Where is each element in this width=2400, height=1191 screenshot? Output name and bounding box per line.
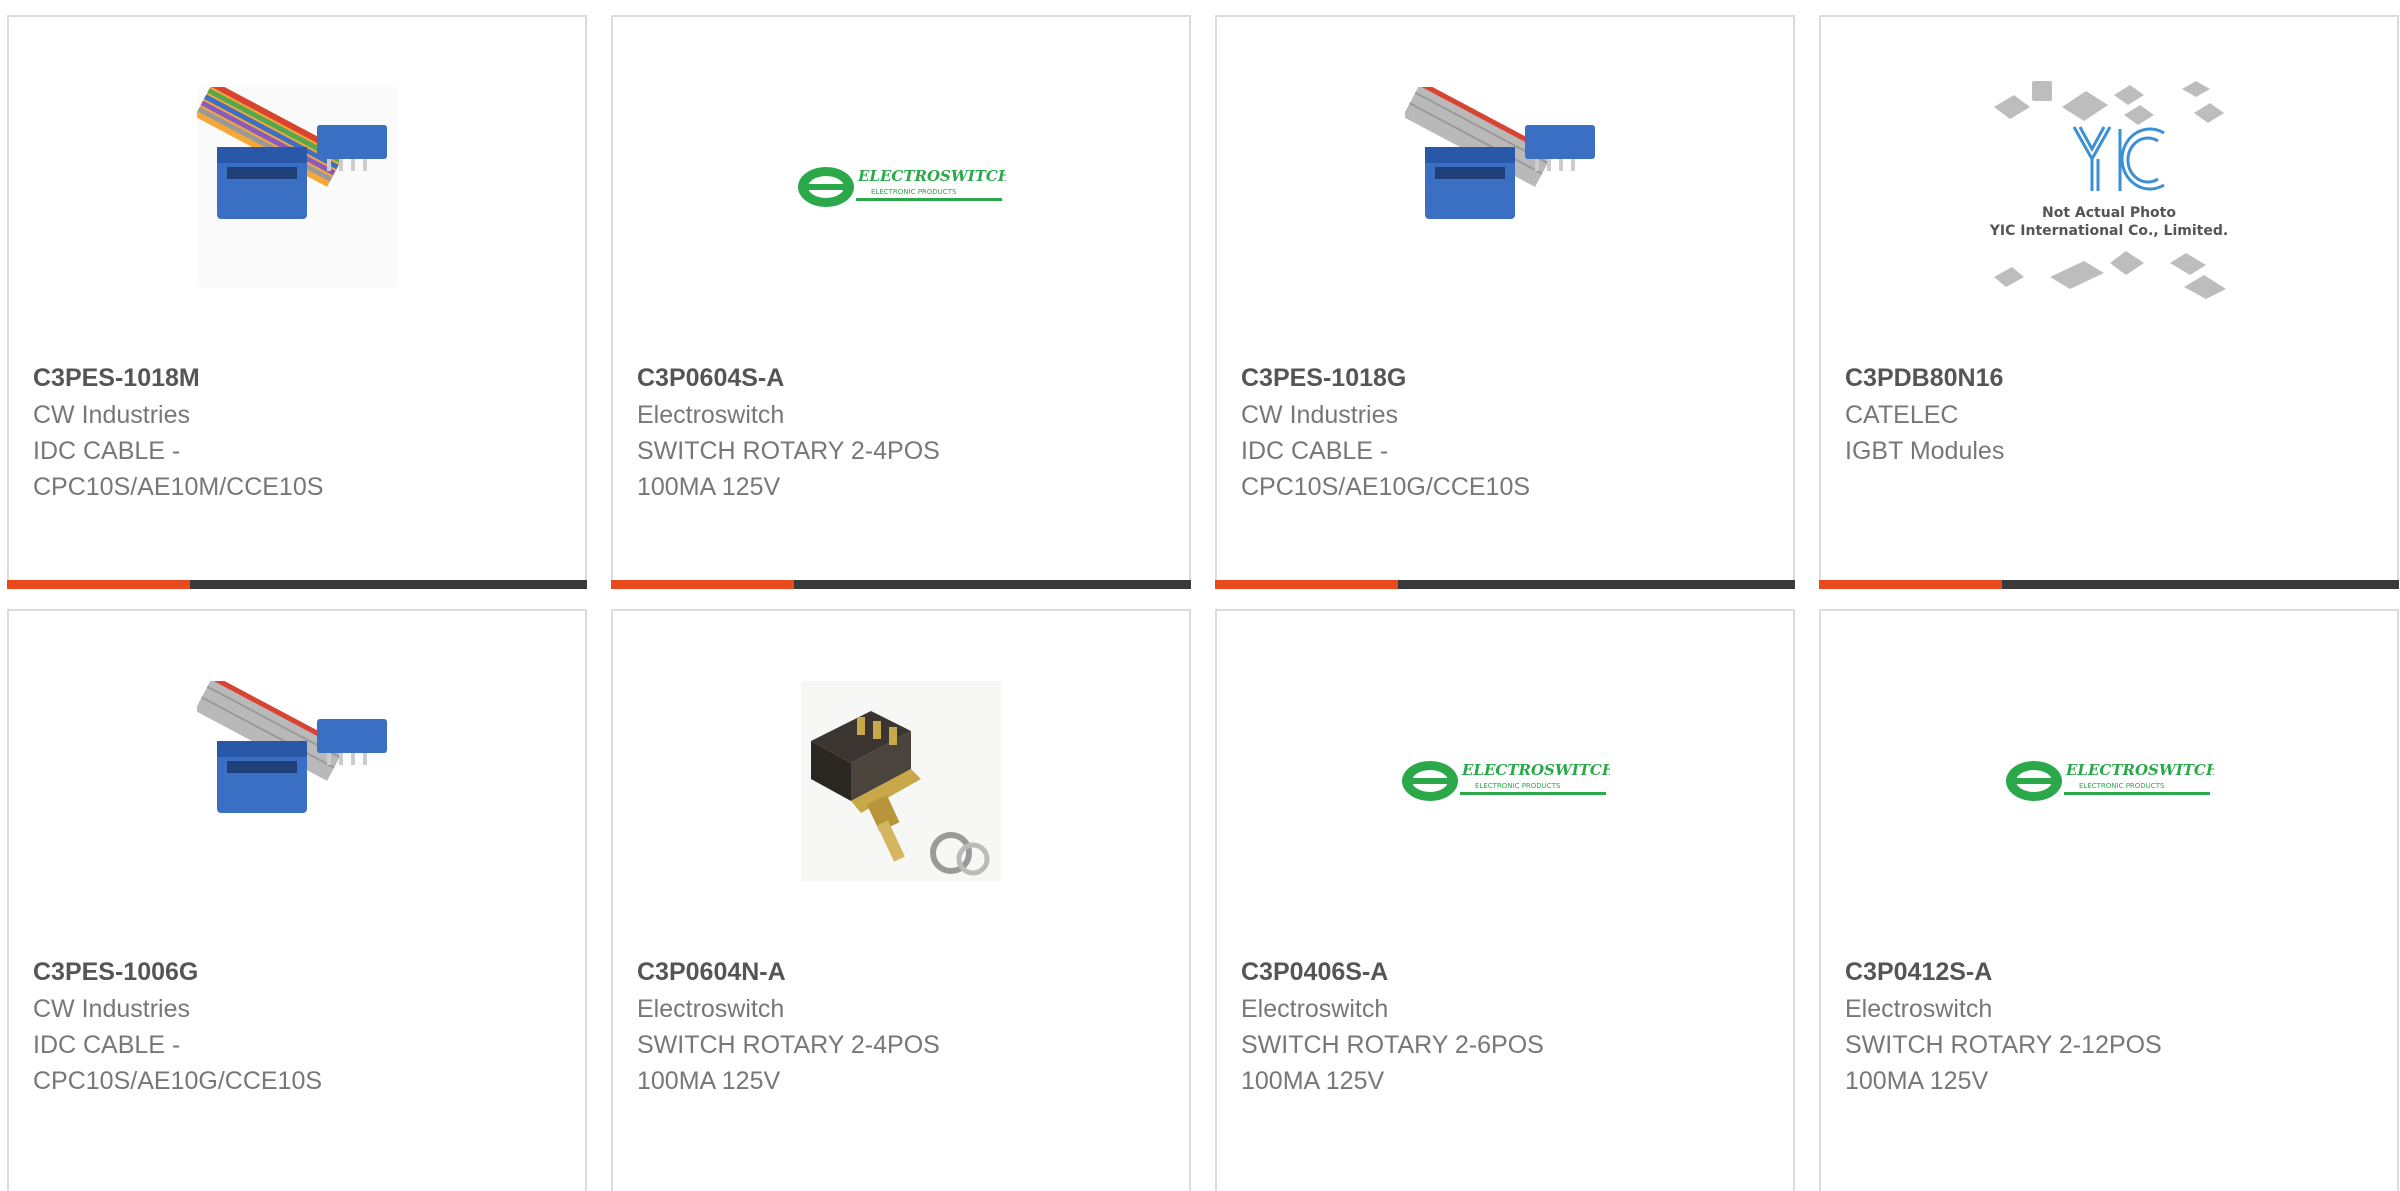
product-card[interactable]: C3P0604N-A Electroswitch SWITCH ROTARY 2… [611, 609, 1191, 1191]
description: SWITCH ROTARY 2-12POS 100MA 125V [1845, 1031, 2162, 1095]
electroswitch-logo: ELECTROSWITCH ELECTRONIC PRODUCTS [798, 167, 1006, 207]
product-image [9, 681, 585, 881]
product-card[interactable]: Not Actual Photo YIC International Co., … [1819, 15, 2399, 589]
manufacturer: CW Industries [1241, 401, 1398, 429]
product-card[interactable]: ELECTROSWITCH ELECTRONIC PRODUCTS C3P060… [611, 15, 1191, 589]
product-image [1217, 87, 1793, 287]
card-footer-bar [1819, 580, 2399, 589]
product-card[interactable]: C3PES-1006G CW Industries IDC CABLE - CP… [7, 609, 587, 1191]
product-image: ELECTROSWITCH ELECTRONIC PRODUCTS [1217, 681, 1793, 881]
svg-text:ELECTROSWITCH: ELECTROSWITCH [857, 167, 1006, 185]
description: IGBT Modules [1845, 437, 2005, 465]
idc-cable-image [1405, 87, 1595, 219]
part-number[interactable]: C3PES-1006G [33, 953, 565, 991]
svg-text:ELECTROSWITCH: ELECTROSWITCH [1461, 761, 1610, 779]
electroswitch-logo: ELECTROSWITCH ELECTRONIC PRODUCTS [1402, 761, 1610, 801]
product-image: Not Actual Photo YIC International Co., … [1821, 81, 2397, 299]
yic-placeholder-image: Not Actual Photo YIC International Co., … [1989, 81, 2228, 299]
product-card[interactable]: C3PES-1018G CW Industries IDC CABLE - CP… [1215, 15, 1795, 589]
svg-text:Not Actual Photo: Not Actual Photo [2042, 205, 2176, 221]
svg-text:ELECTRONIC PRODUCTS: ELECTRONIC PRODUCTS [2079, 782, 2165, 790]
svg-text:ELECTROSWITCH: ELECTROSWITCH [2065, 761, 2214, 779]
svg-text:YIC International Co., Limited: YIC International Co., Limited. [1989, 223, 2228, 239]
manufacturer: Electroswitch [1241, 995, 1389, 1023]
product-card[interactable]: C3PES-1018M CW Industries IDC CABLE - CP… [7, 15, 587, 589]
product-image: ELECTROSWITCH ELECTRONIC PRODUCTS [1821, 681, 2397, 881]
manufacturer: Electroswitch [1845, 995, 1993, 1023]
product-grid: C3PES-1018M CW Industries IDC CABLE - CP… [7, 15, 2399, 1191]
product-card[interactable]: ELECTROSWITCH ELECTRONIC PRODUCTS C3P040… [1215, 609, 1795, 1191]
part-number[interactable]: C3PES-1018M [33, 359, 565, 397]
manufacturer: CW Industries [33, 401, 190, 429]
description: SWITCH ROTARY 2-4POS 100MA 125V [637, 1031, 940, 1095]
idc-cable-image [197, 681, 387, 813]
description: SWITCH ROTARY 2-6POS 100MA 125V [1241, 1031, 1544, 1095]
manufacturer: CATELEC [1845, 401, 1959, 429]
electroswitch-logo: ELECTROSWITCH ELECTRONIC PRODUCTS [2006, 761, 2214, 801]
manufacturer: CW Industries [33, 995, 190, 1023]
product-card[interactable]: ELECTROSWITCH ELECTRONIC PRODUCTS C3P041… [1819, 609, 2399, 1191]
part-number[interactable]: C3P0412S-A [1845, 953, 2377, 991]
description: SWITCH ROTARY 2-4POS 100MA 125V [637, 437, 940, 501]
part-number[interactable]: C3P0406S-A [1241, 953, 1773, 991]
part-number[interactable]: C3PES-1018G [1241, 359, 1773, 397]
card-footer-bar [1215, 580, 1795, 589]
product-image [613, 681, 1189, 881]
manufacturer: Electroswitch [637, 995, 785, 1023]
card-footer-bar [611, 580, 1191, 589]
product-image: ELECTROSWITCH ELECTRONIC PRODUCTS [613, 87, 1189, 287]
part-number[interactable]: C3P0604S-A [637, 359, 1169, 397]
idc-cable-image [197, 87, 397, 287]
svg-text:ELECTRONIC PRODUCTS: ELECTRONIC PRODUCTS [1475, 782, 1561, 790]
description: IDC CABLE - CPC10S/AE10G/CCE10S [33, 1031, 323, 1095]
manufacturer: Electroswitch [637, 401, 785, 429]
part-number[interactable]: C3P0604N-A [637, 953, 1169, 991]
svg-text:ELECTRONIC PRODUCTS: ELECTRONIC PRODUCTS [871, 188, 957, 196]
product-image [9, 87, 585, 287]
description: IDC CABLE - CPC10S/AE10M/CCE10S [33, 437, 324, 501]
card-footer-bar [7, 580, 587, 589]
rotary-switch-image [801, 681, 1001, 881]
part-number[interactable]: C3PDB80N16 [1845, 359, 2377, 397]
description: IDC CABLE - CPC10S/AE10G/CCE10S [1241, 437, 1531, 501]
